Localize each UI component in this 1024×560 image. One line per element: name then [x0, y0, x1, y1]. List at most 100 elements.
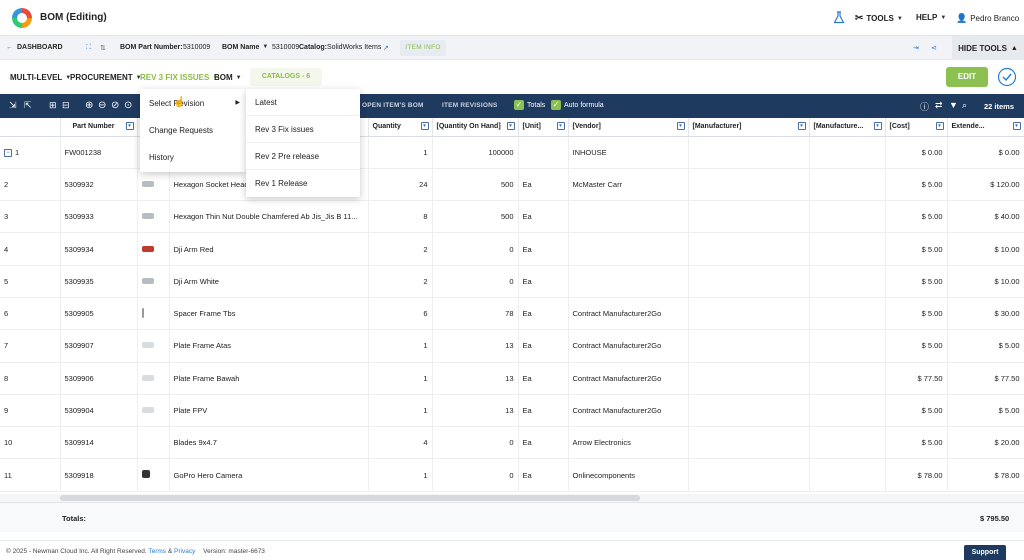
manufacturer-part-cell[interactable] [809, 362, 886, 395]
cost-cell[interactable]: $ 5.00 [885, 297, 948, 331]
vendor-cell[interactable]: Onlinecomponents [568, 458, 689, 492]
quantity-cell[interactable]: 1 [368, 329, 433, 363]
bom-menu[interactable]: BOM ▼ [214, 73, 242, 82]
part-number-cell[interactable]: 5309934 [60, 232, 138, 266]
unit-cell[interactable]: Ea [518, 297, 569, 331]
unit-cell[interactable]: Ea [518, 265, 569, 298]
column-filter-icon[interactable]: ▾ [1012, 122, 1021, 130]
tools-menu[interactable]: ✂ TOOLS ▼ [855, 13, 903, 24]
unit-cell[interactable]: Ea [518, 329, 569, 363]
quantity-cell[interactable]: 1 [368, 362, 433, 395]
part-number-cell[interactable]: 5309933 [60, 200, 138, 234]
quantity-cell[interactable]: 2 [368, 232, 433, 266]
cost-cell[interactable]: $ 5.00 [885, 232, 948, 266]
info-icon[interactable]: ⓘ [920, 100, 932, 112]
item-revisions-button[interactable]: ITEM REVISIONS [442, 102, 498, 109]
table-row[interactable]: 10 5309914 Blades 9x4.7 4 0 Ea Arrow Electroni… [0, 426, 1024, 460]
check-circle-icon[interactable] [997, 67, 1017, 87]
auto-formula-checkbox[interactable]: ✓ [551, 100, 561, 110]
table-row[interactable]: 6 5309905 Spacer Frame Tbs 6 78 Ea Contract Ma… [0, 297, 1024, 331]
move-left-icon[interactable]: ⊘ [111, 100, 123, 112]
column-filter-icon[interactable]: ▾ [420, 122, 429, 130]
unit-cell[interactable]: Ea [518, 168, 569, 202]
hierarchy-icon[interactable]: ⛶ [86, 44, 91, 52]
thumbnail-cell[interactable] [137, 426, 170, 460]
part-number-cell[interactable]: FW001238 [60, 136, 138, 169]
column-header[interactable]: Part Number ▾ [60, 118, 138, 137]
vendor-cell[interactable] [568, 200, 689, 234]
cost-cell[interactable]: $ 0.00 [885, 136, 948, 169]
manufacturer-part-cell[interactable] [809, 329, 886, 363]
help-menu[interactable]: HELP ▼ [916, 13, 946, 22]
description-cell[interactable]: Spacer Frame Tbs [169, 297, 369, 331]
cost-cell[interactable]: $ 77.50 [885, 362, 948, 395]
description-cell[interactable]: Plate FPV [169, 394, 369, 428]
cost-cell[interactable]: $ 5.00 [885, 168, 948, 202]
manufacturer-part-cell[interactable] [809, 458, 886, 492]
support-button[interactable]: Support [964, 545, 1006, 560]
row-number[interactable]: 6 [0, 297, 61, 331]
multi-level-menu[interactable]: MULTI-LEVEL ▼ [10, 73, 71, 82]
part-number-cell[interactable]: 5309905 [60, 297, 138, 331]
history-item[interactable]: History [140, 144, 246, 171]
part-number-cell[interactable]: 5309935 [60, 265, 138, 298]
column-header[interactable]: [Manufacturer] ▾ [688, 118, 810, 137]
extended-cost-cell[interactable]: $ 5.00 [947, 329, 1024, 363]
sort-icon[interactable]: ⇄ [935, 100, 947, 112]
thumbnail-cell[interactable] [137, 168, 170, 202]
quantity-on-hand-cell[interactable]: 100000 [432, 136, 519, 169]
quantity-cell[interactable]: 1 [368, 458, 433, 492]
vendor-cell[interactable]: McMaster Carr [568, 168, 689, 202]
edit-button[interactable]: EDIT [946, 67, 988, 87]
manufacturer-part-cell[interactable] [809, 168, 886, 202]
extended-cost-cell[interactable]: $ 10.00 [947, 265, 1024, 298]
quantity-on-hand-cell[interactable]: 13 [432, 362, 519, 395]
share-icon[interactable]: ⋖ [931, 44, 937, 52]
manufacturer-part-cell[interactable] [809, 232, 886, 266]
description-cell[interactable]: Blades 9x4.7 [169, 426, 369, 460]
manufacturer-part-cell[interactable] [809, 426, 886, 460]
app-logo[interactable] [10, 6, 34, 30]
quantity-on-hand-cell[interactable]: 0 [432, 265, 519, 298]
extended-cost-cell[interactable]: $ 0.00 [947, 136, 1024, 169]
cost-cell[interactable]: $ 5.00 [885, 426, 948, 460]
cost-cell[interactable]: $ 5.00 [885, 329, 948, 363]
horizontal-scrollbar[interactable] [0, 494, 1024, 502]
description-cell[interactable]: Dji Arm White [169, 265, 369, 298]
extended-cost-cell[interactable]: $ 5.00 [947, 394, 1024, 428]
row-number[interactable]: 10 [0, 426, 61, 460]
compare-icon[interactable]: ⇅ [100, 44, 106, 52]
row-number[interactable]: 2 [0, 168, 61, 202]
vendor-cell[interactable]: Contract Manufacturer2Go [568, 297, 689, 331]
extended-cost-cell[interactable]: $ 120.00 [947, 168, 1024, 202]
manufacturer-cell[interactable] [688, 200, 810, 234]
manufacturer-cell[interactable] [688, 329, 810, 363]
row-number[interactable]: 11 [0, 458, 61, 492]
quantity-on-hand-cell[interactable]: 0 [432, 458, 519, 492]
column-header[interactable]: [Manufacture... ▾ [809, 118, 886, 137]
flask-icon[interactable] [833, 11, 845, 24]
table-row[interactable]: 11 5309918 GoPro Hero Camera 1 0 Ea Onlinecomp… [0, 458, 1024, 492]
manufacturer-cell[interactable] [688, 458, 810, 492]
external-link-icon[interactable]: ↗ [383, 44, 389, 52]
quantity-cell[interactable]: 4 [368, 426, 433, 460]
part-number-cell[interactable]: 5309914 [60, 426, 138, 460]
unit-cell[interactable]: Ea [518, 458, 569, 492]
privacy-link[interactable]: Privacy [174, 548, 195, 555]
column-header[interactable]: [Unit] ▾ [518, 118, 569, 137]
thumbnail-cell[interactable] [137, 297, 170, 331]
manufacturer-part-cell[interactable] [809, 200, 886, 234]
unit-cell[interactable]: Ea [518, 232, 569, 266]
outdent-icon[interactable]: ⇱ [24, 100, 36, 112]
column-filter-icon[interactable]: ▾ [935, 122, 944, 130]
hide-tools-button[interactable]: HIDE TOOLS ▲ [952, 36, 1024, 60]
part-number-cell[interactable]: 5309904 [60, 394, 138, 428]
description-cell[interactable]: Hexagon Thin Nut Double Chamfered Ab Jis… [169, 200, 369, 234]
vendor-cell[interactable] [568, 232, 689, 266]
quantity-on-hand-cell[interactable]: 500 [432, 200, 519, 234]
table-row[interactable]: 4 5309934 Dji Arm Red 2 0 Ea $ 5.00 $ 10.00 [0, 232, 1024, 266]
quantity-on-hand-cell[interactable]: 0 [432, 232, 519, 266]
thumbnail-cell[interactable] [137, 329, 170, 363]
column-filter-icon[interactable]: ▾ [797, 122, 806, 130]
column-filter-icon[interactable]: ▾ [506, 122, 515, 130]
